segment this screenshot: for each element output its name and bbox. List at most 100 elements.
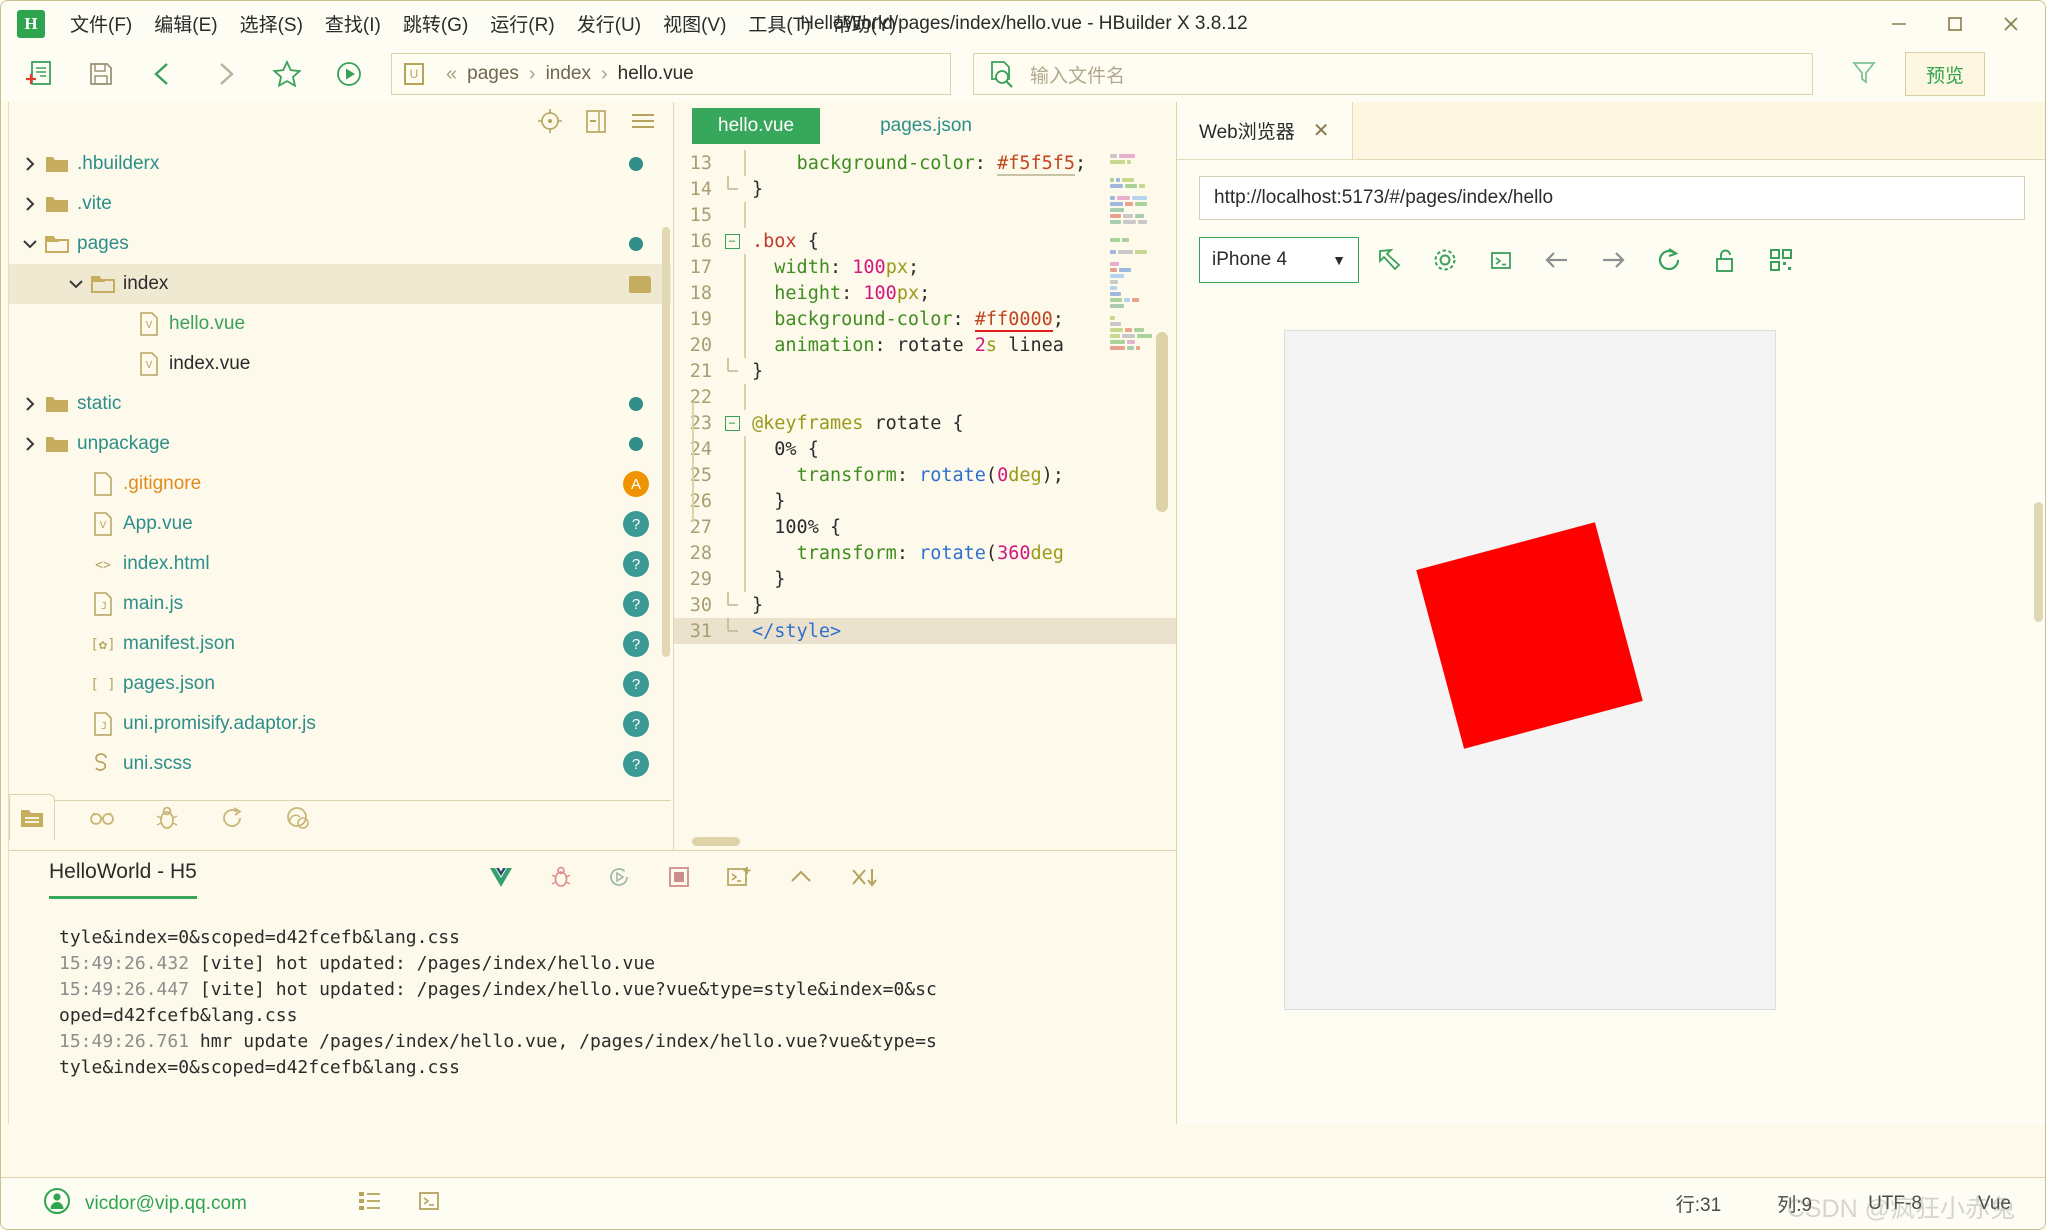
console-icon[interactable] <box>1475 237 1527 283</box>
menu-goto[interactable]: 跳转(G) <box>392 6 479 41</box>
breadcrumb-collapse-icon[interactable]: « <box>446 63 457 86</box>
menu-find[interactable]: 查找(I) <box>314 6 392 41</box>
tree-item-uni-scss[interactable]: uni.scss? <box>9 744 671 784</box>
code-line[interactable]: 18 height: 100px; <box>674 280 1176 306</box>
forward-icon[interactable] <box>1587 237 1639 283</box>
vue-icon[interactable] <box>488 866 514 893</box>
code-line[interactable]: 13 background-color: #f5f5f5; <box>674 150 1176 176</box>
chevron-down-icon[interactable] <box>17 235 43 253</box>
code-line[interactable]: 20 animation: rotate 2s linea <box>674 332 1176 358</box>
menu-tools[interactable]: 工具(T) <box>737 6 821 41</box>
stop-icon[interactable] <box>668 866 690 893</box>
browser-tab[interactable]: Web浏览器 ✕ <box>1177 102 1353 159</box>
device-select[interactable]: iPhone 4 ▼ <box>1199 237 1359 283</box>
close-icon[interactable]: ✕ <box>1313 118 1330 143</box>
fold-toggle-icon[interactable]: − <box>720 233 744 249</box>
maximize-button[interactable] <box>1927 2 1983 46</box>
menu-help[interactable]: 帮助(Y) <box>822 6 907 41</box>
chevron-right-icon[interactable] <box>17 195 43 213</box>
tree-item-index[interactable]: index <box>9 264 671 304</box>
preview-button[interactable]: 预览 <box>1905 52 1986 96</box>
collapse-all-icon[interactable] <box>583 108 609 139</box>
breadcrumb-part-pages[interactable]: pages <box>467 63 519 85</box>
explorer-menu-icon[interactable] <box>629 108 657 139</box>
settings-icon[interactable] <box>1419 237 1471 283</box>
outline-icon[interactable] <box>357 1189 383 1218</box>
menu-edit[interactable]: 编辑(E) <box>143 6 228 41</box>
close-button[interactable] <box>1983 2 2039 46</box>
editor-vertical-scrollbar[interactable] <box>1156 332 1168 512</box>
back-icon[interactable] <box>139 53 187 95</box>
code-line[interactable]: 14} <box>674 176 1176 202</box>
breadcrumb-current-file[interactable]: hello.vue <box>618 63 694 85</box>
tree-item-unpackage[interactable]: unpackage <box>9 424 671 464</box>
menu-publish[interactable]: 发行(U) <box>566 6 652 41</box>
cursor-column[interactable]: 列:9 <box>1777 1190 1812 1217</box>
bug-icon[interactable] <box>550 865 572 894</box>
save-icon[interactable] <box>77 53 125 95</box>
editor-minimap[interactable] <box>1110 154 1152 354</box>
forward-icon[interactable] <box>201 53 249 95</box>
file-search-input[interactable]: 输入文件名 <box>973 53 1813 95</box>
tree-item-hello-vue[interactable]: Vhello.vue <box>9 304 671 344</box>
new-file-icon[interactable] <box>15 53 63 95</box>
code-line[interactable]: 24 0% { <box>674 436 1176 462</box>
fold-toggle-icon[interactable]: − <box>720 415 744 431</box>
preview-viewport[interactable] <box>1284 330 1776 1010</box>
cursor-line[interactable]: 行:31 <box>1676 1190 1721 1217</box>
menu-view[interactable]: 视图(V) <box>652 6 737 41</box>
breadcrumb[interactable]: U « pages › index › hello.vue <box>391 53 951 95</box>
terminal-run-icon[interactable] <box>219 805 245 836</box>
editor-tab-pages-json[interactable]: pages.json <box>854 108 998 144</box>
clear-icon[interactable] <box>850 866 878 893</box>
account-item[interactable]: vicdor@vip.qq.com <box>43 1187 247 1220</box>
explorer-scrollbar[interactable] <box>662 227 670 657</box>
open-external-icon[interactable] <box>1363 237 1415 283</box>
collapse-icon[interactable] <box>788 867 814 892</box>
code-line[interactable]: 21} <box>674 358 1176 384</box>
tree-item-uni-promisify-adaptor-js[interactable]: Juni.promisify.adaptor.js? <box>9 704 671 744</box>
language-label[interactable]: Vue <box>1978 1193 2011 1215</box>
new-terminal-icon[interactable] <box>726 865 752 894</box>
extension-icon[interactable] <box>285 805 311 836</box>
tree-item-app-vue[interactable]: V App.vue? <box>9 504 671 544</box>
rerun-icon[interactable] <box>608 865 632 894</box>
minimize-button[interactable] <box>1871 2 1927 46</box>
editor-tab-hello-vue[interactable]: hello.vue <box>692 108 821 144</box>
tree-item-pages-json[interactable]: [ ] pages.json? <box>9 664 671 704</box>
tree-item-manifest-json[interactable]: [✿] manifest.json? <box>9 624 671 664</box>
unlock-icon[interactable] <box>1699 237 1751 283</box>
chevron-right-icon[interactable] <box>17 395 43 413</box>
code-line[interactable]: 17 width: 100px; <box>674 254 1176 280</box>
project-icon[interactable] <box>9 794 55 840</box>
code-line[interactable]: 22 <box>674 384 1176 410</box>
code-line[interactable]: 15 <box>674 202 1176 228</box>
tree-item-vite[interactable]: .vite <box>9 184 671 224</box>
encoding-label[interactable]: UTF-8 <box>1868 1193 1922 1215</box>
chevron-right-icon[interactable] <box>17 155 43 173</box>
code-line[interactable]: 26 } <box>674 488 1176 514</box>
tree-item-static[interactable]: static <box>9 384 671 424</box>
browser-scrollbar[interactable] <box>2034 502 2043 622</box>
tree-item-index-html[interactable]: <> index.html? <box>9 544 671 584</box>
code-line[interactable]: 16− .box { <box>674 228 1176 254</box>
menu-select[interactable]: 选择(S) <box>229 6 314 41</box>
code-line[interactable]: 29 } <box>674 566 1176 592</box>
code-line[interactable]: 25 transform: rotate(0deg); <box>674 462 1176 488</box>
reload-icon[interactable] <box>1643 237 1695 283</box>
breadcrumb-part-index[interactable]: index <box>546 63 591 85</box>
terminal-icon[interactable] <box>417 1189 441 1218</box>
menu-file[interactable]: 文件(F) <box>59 6 143 41</box>
tree-item-pages[interactable]: pages <box>9 224 671 264</box>
browser-url-input[interactable]: http://localhost:5173/#/pages/index/hell… <box>1199 176 2025 220</box>
code-line[interactable]: 19 background-color: #ff0000; <box>674 306 1176 332</box>
tree-item-index-vue[interactable]: Vindex.vue <box>9 344 671 384</box>
star-icon[interactable] <box>263 53 311 95</box>
editor-horizontal-scrollbar[interactable] <box>692 837 740 846</box>
tree-item-main-js[interactable]: Jmain.js? <box>9 584 671 624</box>
back-icon[interactable] <box>1531 237 1583 283</box>
locate-file-icon[interactable] <box>537 108 563 139</box>
code-line[interactable]: 30} <box>674 592 1176 618</box>
run-icon[interactable] <box>325 53 373 95</box>
code-line[interactable]: 31 </style> <box>674 618 1176 644</box>
